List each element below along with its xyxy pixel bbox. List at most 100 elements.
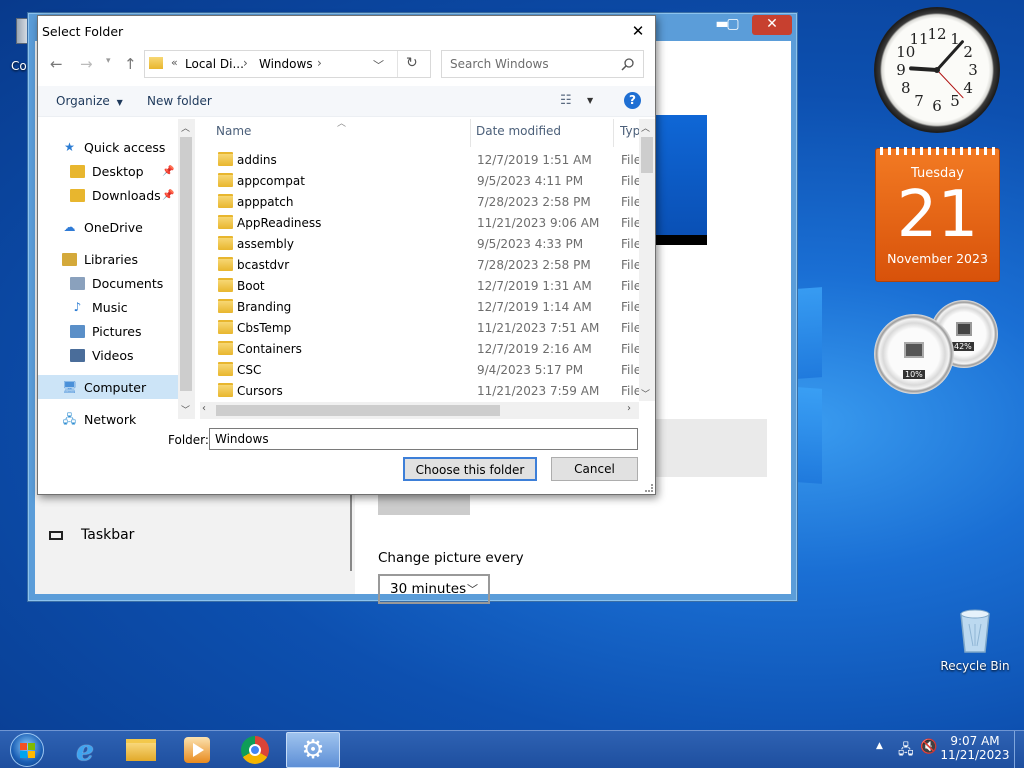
overflow-chevron-icon[interactable]: « <box>171 56 178 69</box>
recent-locations-icon[interactable]: ▾ <box>106 56 111 66</box>
address-dropdown-icon[interactable]: ﹀ <box>373 57 384 73</box>
scrollbar-thumb[interactable] <box>641 137 653 173</box>
folder-icon <box>218 364 233 376</box>
breadcrumb-separator-icon[interactable]: › <box>243 56 248 70</box>
interval-value: 30 minutes <box>390 581 467 597</box>
nav-item-quick-access[interactable]: ★ Quick access <box>38 135 178 159</box>
maximize-button[interactable]: ▢ <box>720 15 746 35</box>
file-row[interactable]: AppReadiness 11/21/2023 9:06 AM File <box>196 212 641 233</box>
interval-dropdown[interactable]: 30 minutes ﹀ <box>378 574 490 604</box>
help-icon[interactable]: ? <box>624 92 641 109</box>
file-row[interactable]: apppatch 7/28/2023 2:58 PM File <box>196 191 641 212</box>
nav-pane-scrollbar[interactable]: ︿ ﹀ <box>178 119 195 419</box>
address-bar[interactable]: « Local Di... › Windows › ﹀ ↻ <box>144 50 431 78</box>
search-icon <box>621 58 634 71</box>
calendar-gadget[interactable]: Tuesday 21 November 2023 <box>875 147 1000 282</box>
network-icon[interactable]: 🖧 <box>898 739 914 763</box>
file-date: 12/7/2019 2:16 AM <box>477 341 592 356</box>
file-row[interactable]: CSC 9/4/2023 5:17 PM File <box>196 359 641 380</box>
desktop-folder-icon <box>70 164 85 178</box>
taskbar-app-file-explorer[interactable] <box>114 732 168 768</box>
forward-arrow-icon[interactable]: → <box>80 55 93 73</box>
folder-icon <box>218 217 233 229</box>
search-box[interactable]: Search Windows <box>441 50 644 78</box>
scroll-left-icon[interactable]: ‹ <box>202 403 206 414</box>
nav-item-pictures[interactable]: Pictures <box>38 319 178 343</box>
refresh-icon[interactable]: ↻ <box>406 55 418 71</box>
breadcrumb-windows[interactable]: Windows <box>259 57 313 71</box>
scrollbar-thumb[interactable] <box>216 405 500 416</box>
scrollbar-thumb[interactable] <box>180 137 192 391</box>
folder-icon <box>218 322 233 334</box>
file-date: 7/28/2023 2:58 PM <box>477 257 591 272</box>
new-folder-button[interactable]: New folder <box>147 94 212 108</box>
sidebar-item-taskbar[interactable]: Taskbar <box>49 523 134 547</box>
start-button[interactable] <box>0 732 54 768</box>
taskbar-app-media-player[interactable] <box>170 732 224 768</box>
back-arrow-icon[interactable]: ← <box>50 55 63 73</box>
file-row[interactable]: CbsTemp 11/21/2023 7:51 AM File <box>196 317 641 338</box>
file-row[interactable]: appcompat 9/5/2023 4:11 PM File <box>196 170 641 191</box>
nav-item-desktop[interactable]: Desktop 📌 <box>38 159 178 183</box>
breadcrumb-local-disk[interactable]: Local Di... <box>185 57 244 71</box>
file-name: AppReadiness <box>237 215 322 230</box>
cancel-button[interactable]: Cancel <box>551 457 638 481</box>
clock-numeral: 6 <box>932 97 942 115</box>
navigation-pane: ★ Quick access Desktop 📌 Downloads 📌 ☁ OneDrive… <box>38 119 196 427</box>
search-input[interactable]: Search Windows <box>450 57 549 71</box>
system-clock[interactable]: 9:07 AM 11/21/2023 <box>940 734 1010 762</box>
window-close-button[interactable]: ✕ <box>752 15 792 35</box>
resize-grip-icon[interactable] <box>645 484 653 492</box>
file-row[interactable]: assembly 9/5/2023 4:33 PM File <box>196 233 641 254</box>
taskbar-app-internet-explorer[interactable]: e <box>58 732 112 768</box>
scroll-up-icon[interactable]: ︿ <box>641 121 650 134</box>
taskbar-app-chrome[interactable] <box>228 732 282 768</box>
scroll-right-icon[interactable]: › <box>627 403 631 414</box>
scroll-down-icon[interactable]: ﹀ <box>641 387 650 400</box>
breadcrumb-separator-icon[interactable]: › <box>317 56 322 70</box>
clock-gadget[interactable]: 1 2 3 4 5 6 7 8 9 10 11 12 <box>874 7 1000 133</box>
nav-item-label: OneDrive <box>84 219 143 235</box>
folder-icon <box>218 301 233 313</box>
file-date: 9/5/2023 4:33 PM <box>477 236 584 251</box>
show-desktop-button[interactable] <box>1014 731 1024 768</box>
file-date: 9/5/2023 4:11 PM <box>477 173 584 188</box>
file-row[interactable]: addins 12/7/2019 1:51 AM File <box>196 149 641 170</box>
file-row[interactable]: bcastdvr 7/28/2023 2:58 PM File <box>196 254 641 275</box>
cpu-meter-gadget[interactable]: 42% 10% <box>873 298 1001 396</box>
taskbar-app-settings[interactable]: ⚙ <box>286 732 340 768</box>
dialog-close-button[interactable]: ✕ <box>625 21 651 43</box>
file-list-horizontal-scrollbar[interactable]: ‹ › <box>200 402 639 419</box>
desktop-icon-recycle-bin[interactable]: Recycle Bin <box>940 604 1010 676</box>
file-date: 7/28/2023 2:58 PM <box>477 194 591 209</box>
scroll-up-icon[interactable]: ︿ <box>181 121 190 134</box>
file-list-vertical-scrollbar[interactable]: ︿ ﹀ <box>639 119 655 401</box>
view-options-icon[interactable]: ☷ <box>560 93 572 108</box>
choose-folder-button[interactable]: Choose this folder <box>403 457 537 481</box>
select-folder-dialog: Select Folder ✕ ← → ▾ ↑ « Local Di... › … <box>37 15 656 495</box>
nav-item-onedrive[interactable]: ☁ OneDrive <box>38 215 178 239</box>
file-row[interactable]: Branding 12/7/2019 1:14 AM File <box>196 296 641 317</box>
nav-item-videos[interactable]: Videos <box>38 343 178 367</box>
browse-button[interactable] <box>378 493 470 515</box>
nav-item-network[interactable]: 🖧 Network <box>38 407 178 431</box>
nav-item-downloads[interactable]: Downloads 📌 <box>38 183 178 207</box>
view-dropdown-icon[interactable]: ▼ <box>587 96 593 105</box>
cpu-gauge: 10% <box>874 314 954 394</box>
volume-muted-icon[interactable]: 🔇 <box>920 739 937 755</box>
nav-item-computer[interactable]: 🖥 Computer <box>38 375 178 399</box>
file-row[interactable]: Cursors 11/21/2023 7:59 AM File <box>196 380 641 401</box>
file-row[interactable]: Containers 12/7/2019 2:16 AM File <box>196 338 641 359</box>
scroll-down-icon[interactable]: ﹀ <box>181 403 190 416</box>
folder-field[interactable]: Windows <box>209 428 638 450</box>
nav-item-documents[interactable]: Documents <box>38 271 178 295</box>
file-row[interactable]: Boot 12/7/2019 1:31 AM File <box>196 275 641 296</box>
show-hidden-icons-button[interactable]: ▲ <box>876 741 883 751</box>
music-icon: ♪ <box>73 299 82 314</box>
nav-item-music[interactable]: ♪ Music <box>38 295 178 319</box>
file-date: 11/21/2023 7:51 AM <box>477 320 600 335</box>
organize-button[interactable]: Organize ▼ <box>56 94 123 108</box>
folder-icon <box>218 280 233 292</box>
nav-item-libraries[interactable]: Libraries <box>38 247 178 271</box>
up-arrow-icon[interactable]: ↑ <box>124 55 137 73</box>
